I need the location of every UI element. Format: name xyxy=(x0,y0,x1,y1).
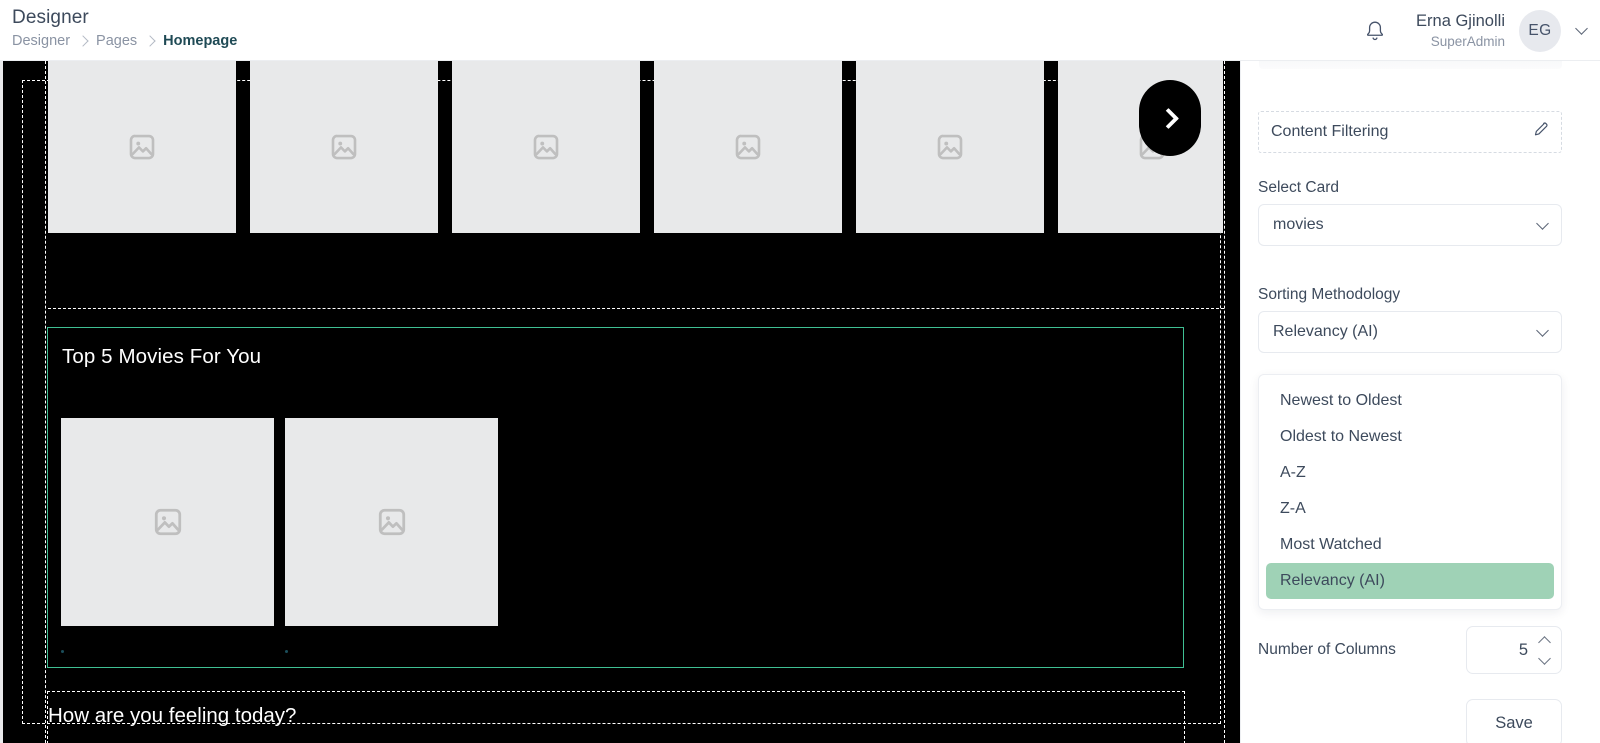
carousel-card[interactable] xyxy=(48,61,236,233)
bell-icon[interactable] xyxy=(1356,12,1394,50)
number-of-columns-label: Number of Columns xyxy=(1258,641,1396,658)
image-placeholder-icon xyxy=(154,508,181,536)
device-preview-frame: Top 5 Movies For You How are you feeling… xyxy=(3,61,1240,743)
topbar-right: Erna Gjinolli SuperAdmin EG xyxy=(1356,0,1588,61)
select-card-label: Select Card xyxy=(1258,179,1339,196)
content-filtering-label: Content Filtering xyxy=(1271,123,1389,140)
select-card-dropdown[interactable]: movies xyxy=(1258,204,1562,246)
breadcrumb: Designer Pages Homepage xyxy=(12,33,237,49)
section-top5-movies[interactable]: Top 5 Movies For You xyxy=(47,327,1184,668)
avatar[interactable]: EG xyxy=(1519,9,1561,52)
section-card-list xyxy=(61,418,498,626)
image-placeholder-icon xyxy=(533,134,559,160)
image-placeholder-icon xyxy=(378,508,405,536)
number-of-columns-value: 5 xyxy=(1518,640,1528,659)
page-title: Designer xyxy=(12,7,89,28)
dot-indicator xyxy=(285,650,288,653)
content-filtering-field[interactable]: Content Filtering xyxy=(1258,111,1562,153)
save-button[interactable]: Save xyxy=(1466,699,1562,743)
chevron-down-icon[interactable] xyxy=(1575,22,1588,35)
image-placeholder-icon xyxy=(735,134,761,160)
image-placeholder-icon xyxy=(937,134,963,160)
image-placeholder-icon xyxy=(331,134,357,160)
user-name: Erna Gjinolli xyxy=(1416,11,1505,30)
chevron-down-icon xyxy=(1536,216,1549,230)
number-of-columns-row: Number of Columns 5 xyxy=(1258,626,1562,674)
section-divider xyxy=(48,308,1224,309)
sorting-option[interactable]: Oldest to Newest xyxy=(1266,419,1554,455)
scrolled-field-partial xyxy=(1259,61,1562,69)
select-card-value: movies xyxy=(1273,216,1324,233)
design-canvas[interactable]: Top 5 Movies For You How are you feeling… xyxy=(0,61,1240,743)
properties-panel[interactable]: Content Filtering Select Card movies Sor… xyxy=(1240,61,1600,743)
chevron-right-icon xyxy=(77,35,89,47)
sorting-methodology-label: Sorting Methodology xyxy=(1258,286,1401,303)
user-role: SuperAdmin xyxy=(1430,33,1505,49)
sorting-methodology-value: Relevancy (AI) xyxy=(1273,323,1378,340)
carousel-card[interactable] xyxy=(250,61,438,233)
carousel-card[interactable] xyxy=(654,61,842,233)
section-title: Top 5 Movies For You xyxy=(62,345,262,368)
section-feeling-today[interactable]: How are you feeling today? xyxy=(47,691,1185,743)
section-dot-indicators xyxy=(61,650,501,653)
carousel-card[interactable] xyxy=(1058,61,1223,233)
section-card[interactable] xyxy=(285,418,498,626)
designer-app: Designer Designer Pages Homepage Erna Gj… xyxy=(0,0,1600,743)
carousel-next-button[interactable] xyxy=(1139,80,1201,156)
image-placeholder-icon xyxy=(129,134,155,160)
sorting-option[interactable]: Relevancy (AI) xyxy=(1266,563,1554,599)
dot-indicator xyxy=(61,650,64,653)
sorting-option[interactable]: Newest to Oldest xyxy=(1266,383,1554,419)
breadcrumb-item-homepage[interactable]: Homepage xyxy=(163,33,237,49)
pencil-icon[interactable] xyxy=(1532,121,1549,143)
stepper-arrows[interactable] xyxy=(1538,635,1551,665)
chevron-down-icon xyxy=(1536,323,1549,337)
chevron-up-icon[interactable] xyxy=(1538,635,1551,649)
breadcrumb-item-pages[interactable]: Pages xyxy=(96,33,137,49)
chevron-right-icon xyxy=(144,35,156,47)
sorting-option[interactable]: A-Z xyxy=(1266,455,1554,491)
top-carousel-strip xyxy=(48,61,1223,233)
sorting-methodology-dropdown[interactable]: Relevancy (AI) xyxy=(1258,311,1562,353)
number-of-columns-stepper[interactable]: 5 xyxy=(1466,626,1562,674)
sorting-option[interactable]: Z-A xyxy=(1266,491,1554,527)
carousel-card[interactable] xyxy=(452,61,640,233)
top-carousel-row[interactable] xyxy=(48,61,1223,233)
breadcrumb-item-designer[interactable]: Designer xyxy=(12,33,70,49)
sorting-option[interactable]: Most Watched xyxy=(1266,527,1554,563)
sorting-methodology-options[interactable]: Newest to Oldest Oldest to Newest A-Z Z-A Mo… xyxy=(1258,374,1562,610)
carousel-card[interactable] xyxy=(856,61,1044,233)
section-card[interactable] xyxy=(61,418,274,626)
chevron-right-icon xyxy=(1157,107,1179,129)
section-title: How are you feeling today? xyxy=(48,704,297,727)
user-meta: Erna Gjinolli SuperAdmin xyxy=(1416,11,1505,51)
top-bar: Designer Designer Pages Homepage Erna Gj… xyxy=(0,0,1600,61)
chevron-down-icon[interactable] xyxy=(1538,651,1551,665)
